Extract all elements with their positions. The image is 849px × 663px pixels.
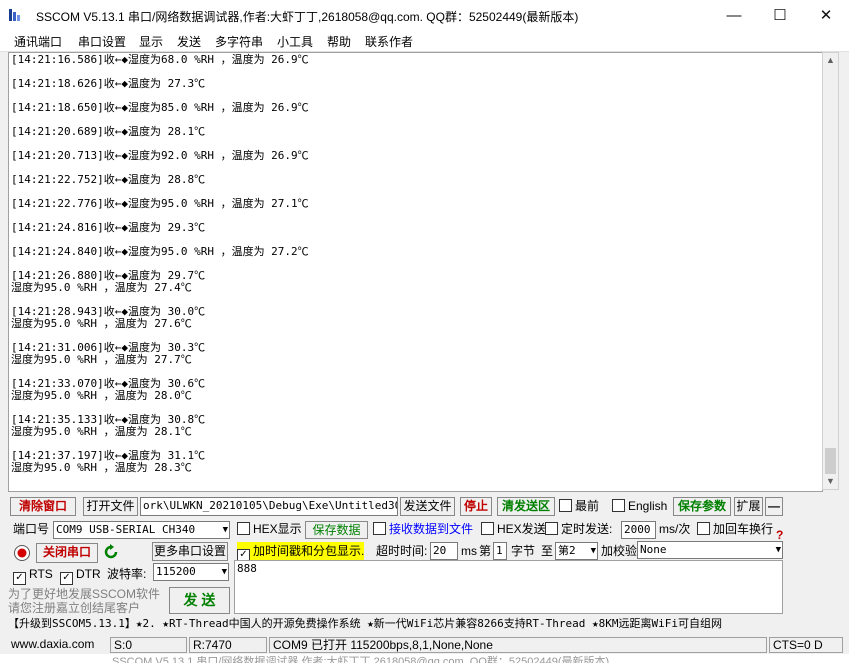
- status-received-count: R:7470: [189, 637, 267, 653]
- to-select[interactable]: 第2 ▼: [555, 542, 598, 560]
- hex-display-check-icon: [237, 522, 250, 535]
- port-select-value: COM9 USB-SERIAL CH340: [56, 523, 196, 536]
- receive-scrollbar[interactable]: ▲ ▼: [822, 52, 839, 490]
- add-crlf-check-icon: [697, 522, 710, 535]
- rts-label: RTS: [29, 567, 53, 581]
- baud-select-value: 115200: [156, 565, 196, 578]
- save-data-button[interactable]: 保存数据: [305, 521, 368, 539]
- rts-checkbox[interactable]: ✓ RTS: [13, 565, 53, 585]
- dtr-checkbox[interactable]: ✓ DTR: [60, 565, 101, 585]
- topmost-label: 最前: [575, 499, 600, 513]
- chevron-down-icon: ▼: [775, 545, 781, 555]
- status-site[interactable]: www.daxia.com: [8, 637, 108, 653]
- byte-index-input[interactable]: 1: [493, 542, 507, 560]
- menu-contact-author[interactable]: 联系作者: [365, 33, 413, 50]
- open-file-button[interactable]: 打开文件: [83, 497, 138, 516]
- close-button[interactable]: ✕: [803, 0, 849, 31]
- file-path-field[interactable]: ork\ULWKN_20210105\Debug\Exe\Untitled30.…: [140, 497, 398, 516]
- hex-display-label: HEX显示: [253, 522, 302, 536]
- send-file-button[interactable]: 发送文件: [400, 497, 455, 516]
- timeout-input[interactable]: 20: [430, 542, 458, 560]
- expand-button[interactable]: 扩展: [734, 497, 763, 516]
- english-checkbox[interactable]: English: [612, 497, 667, 515]
- save-params-button[interactable]: 保存参数: [673, 497, 731, 516]
- timestamp-split-label: 加时间戳和分包显示.: [253, 544, 365, 558]
- topmost-checkbox[interactable]: 最前: [559, 497, 599, 515]
- timed-send-label: 定时发送:: [561, 522, 613, 536]
- menu-multi-string[interactable]: 多字符串: [215, 33, 263, 50]
- byte-unit-label: 字节: [511, 544, 536, 558]
- maximize-button[interactable]: ☐: [757, 0, 803, 31]
- refresh-icon[interactable]: [102, 543, 120, 561]
- recv-to-file-check-icon: [373, 522, 386, 535]
- news-banner[interactable]: 【升级到SSCOM5.13.1】★2. ★RT-Thread中国人的开源免费操作…: [8, 616, 843, 633]
- checksum-label: 加校验: [601, 544, 638, 558]
- port-label: 端口号: [13, 522, 50, 536]
- to-label: 至: [541, 544, 554, 558]
- byte-prefix-label: 第: [479, 544, 492, 558]
- menu-help[interactable]: 帮助: [327, 33, 351, 50]
- interval-input[interactable]: 2000: [621, 521, 656, 539]
- chevron-down-icon: ▼: [221, 567, 227, 577]
- timeout-unit: ms: [461, 544, 477, 558]
- checksum-select-value: None: [640, 543, 667, 556]
- topmost-check-icon: [559, 499, 572, 512]
- send-button[interactable]: 发 送: [169, 587, 230, 614]
- menu-send[interactable]: 发送: [177, 33, 201, 50]
- status-cts: CTS=0 D: [769, 637, 843, 653]
- clear-send-button[interactable]: 清发送区: [497, 497, 555, 516]
- interval-unit: ms/次: [659, 522, 691, 536]
- title-bar[interactable]: SSCOM V5.13.1 串口/网络数据调试器,作者:大虾丁丁,2618058…: [0, 0, 849, 31]
- timed-send-checkbox[interactable]: 定时发送:: [545, 520, 612, 538]
- background-window-title: SSCOM V5.13.1 串口/网络数据调试器,作者:大虾丁丁,2618058…: [112, 656, 610, 663]
- send-input[interactable]: 888: [234, 560, 783, 614]
- scroll-up-icon[interactable]: ▲: [823, 55, 838, 65]
- dtr-label: DTR: [76, 567, 101, 581]
- timeout-label: 超时时间:: [376, 544, 428, 558]
- close-port-button[interactable]: 关闭串口: [36, 543, 98, 563]
- receive-area[interactable]: [14:21:16.586]收←◆湿度为68.0 %RH ，温度为 26.9℃ …: [8, 52, 823, 492]
- menu-port-settings[interactable]: 串口设置: [78, 33, 126, 50]
- status-sent-count: S:0: [110, 637, 187, 653]
- add-crlf-label: 加回车换行: [713, 522, 774, 536]
- sscom-app-icon: [9, 9, 20, 21]
- clear-window-button[interactable]: 清除窗口: [10, 497, 76, 516]
- scroll-thumb[interactable]: [825, 448, 836, 474]
- hex-send-check-icon: [481, 522, 494, 535]
- minimize-button[interactable]: —: [711, 0, 757, 31]
- menu-display[interactable]: 显示: [139, 33, 163, 50]
- recv-to-file-label: 接收数据到文件: [389, 522, 474, 536]
- add-crlf-checkbox[interactable]: 加回车换行: [697, 520, 773, 538]
- menu-comm-port[interactable]: 通讯端口: [14, 33, 62, 50]
- baud-select[interactable]: 115200 ▼: [153, 563, 229, 581]
- receive-text: [14:21:16.586]收←◆湿度为68.0 %RH ，温度为 26.9℃ …: [11, 53, 309, 474]
- to-select-value: 第2: [558, 544, 576, 557]
- recv-to-file-checkbox[interactable]: 接收数据到文件: [373, 520, 473, 538]
- timed-send-check-icon: [545, 522, 558, 535]
- hex-display-checkbox[interactable]: HEX显示: [237, 520, 302, 538]
- dtr-check-icon: ✓: [60, 572, 73, 585]
- hex-send-label: HEX发送: [497, 522, 546, 536]
- chevron-down-icon: ▼: [222, 525, 228, 535]
- hex-send-checkbox[interactable]: HEX发送: [481, 520, 546, 538]
- checksum-select[interactable]: None ▼: [637, 541, 783, 559]
- status-port-info: COM9 已打开 115200bps,8,1,None,None: [269, 637, 767, 653]
- menu-bar: 通讯端口 串口设置 显示 发送 多字符串 小工具 帮助 联系作者: [0, 31, 849, 52]
- menu-tools[interactable]: 小工具: [277, 33, 313, 50]
- english-check-icon: [612, 499, 625, 512]
- rts-check-icon: ✓: [13, 572, 26, 585]
- window-title: SSCOM V5.13.1 串口/网络数据调试器,作者:大虾丁丁,2618058…: [36, 10, 579, 24]
- stop-button[interactable]: 停止: [460, 497, 492, 516]
- chevron-down-icon: ▼: [590, 546, 596, 556]
- baud-label: 波特率:: [107, 567, 147, 581]
- more-port-settings-button[interactable]: 更多串口设置: [152, 542, 228, 561]
- background-window-strip: SSCOM V5.13.1 串口/网络数据调试器,作者:大虾丁丁,2618058…: [0, 654, 849, 663]
- english-label: English: [628, 499, 668, 513]
- port-status-icon: [14, 545, 30, 561]
- collapse-button[interactable]: —: [765, 497, 783, 516]
- port-select[interactable]: COM9 USB-SERIAL CH340 ▼: [53, 521, 230, 539]
- status-bar: www.daxia.com S:0 R:7470 COM9 已打开 115200…: [0, 636, 849, 654]
- scroll-down-icon[interactable]: ▼: [823, 476, 838, 486]
- timestamp-split-checkbox[interactable]: ✓ 加时间戳和分包显示.: [237, 542, 365, 562]
